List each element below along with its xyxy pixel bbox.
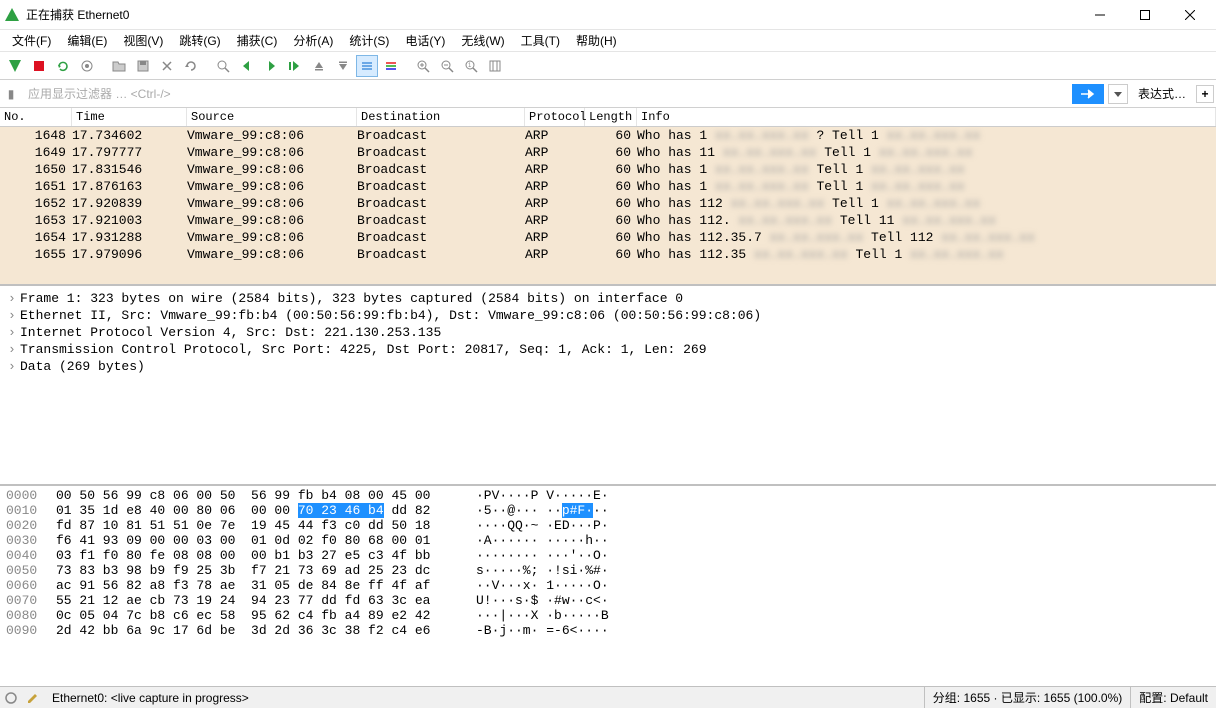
filter-history-button[interactable] — [1108, 84, 1128, 104]
menu-statistics[interactable]: 统计(S) — [341, 30, 397, 51]
go-to-packet-button[interactable] — [284, 55, 306, 77]
start-capture-button[interactable] — [4, 55, 26, 77]
hex-line[interactable]: 00800c 05 04 7c b8 c6 ec 58 95 62 c4 fb … — [6, 608, 1210, 623]
col-info[interactable]: Info — [637, 108, 1216, 126]
zoom-out-button[interactable] — [436, 55, 458, 77]
display-filter-input[interactable] — [24, 84, 1068, 104]
hex-line[interactable]: 00902d 42 bb 6a 9c 17 6d be 3d 2d 36 3c … — [6, 623, 1210, 638]
apply-filter-button[interactable] — [1072, 84, 1104, 104]
hex-line[interactable]: 0060ac 91 56 82 a8 f3 78 ae 31 05 de 84 … — [6, 578, 1210, 593]
close-file-button[interactable] — [156, 55, 178, 77]
go-forward-button[interactable] — [260, 55, 282, 77]
open-button[interactable] — [108, 55, 130, 77]
autoscroll-button[interactable] — [356, 55, 378, 77]
menu-telephony[interactable]: 电话(Y) — [397, 30, 453, 51]
detail-line[interactable]: ›Internet Protocol Version 4, Src: Dst: … — [8, 324, 1208, 341]
status-circle-icon — [4, 691, 18, 705]
display-filter-bar: ▮ 表达式… + — [0, 80, 1216, 108]
minimize-button[interactable] — [1077, 1, 1122, 29]
detail-line[interactable]: ›Transmission Control Protocol, Src Port… — [8, 341, 1208, 358]
packet-row[interactable]: 165117.876163Vmware_99:c8:06BroadcastARP… — [0, 178, 1216, 195]
find-button[interactable] — [212, 55, 234, 77]
col-source[interactable]: Source — [187, 108, 357, 126]
packet-list-header: No. Time Source Destination Protocol Len… — [0, 108, 1216, 127]
packet-row[interactable]: 165217.920839Vmware_99:c8:06BroadcastARP… — [0, 195, 1216, 212]
toolbar: 1 — [0, 52, 1216, 80]
detail-line[interactable]: ›Frame 1: 323 bytes on wire (2584 bits),… — [8, 290, 1208, 307]
packet-row[interactable]: 165417.931288Vmware_99:c8:06BroadcastARP… — [0, 229, 1216, 246]
svg-text:1: 1 — [468, 63, 472, 69]
menu-analyze[interactable]: 分析(A) — [285, 30, 341, 51]
detail-line[interactable]: ›Ethernet II, Src: Vmware_99:fb:b4 (00:5… — [8, 307, 1208, 324]
menu-go[interactable]: 跳转(G) — [171, 30, 228, 51]
packet-list-pane[interactable]: No. Time Source Destination Protocol Len… — [0, 108, 1216, 286]
status-edit-icon[interactable] — [26, 691, 40, 705]
restart-capture-button[interactable] — [52, 55, 74, 77]
status-capture-text: <live capture in progress> — [111, 691, 249, 705]
go-last-button[interactable] — [332, 55, 354, 77]
menu-file[interactable]: 文件(F) — [4, 30, 59, 51]
status-capture: Ethernet0: <live capture in progress> — [44, 687, 925, 708]
resize-columns-button[interactable] — [484, 55, 506, 77]
status-iface-label: Ethernet0: — [52, 691, 107, 705]
reload-button[interactable] — [180, 55, 202, 77]
col-protocol[interactable]: Protocol — [525, 108, 585, 126]
col-no[interactable]: No. — [0, 108, 72, 126]
colorize-button[interactable] — [380, 55, 402, 77]
col-length[interactable]: Length — [585, 108, 637, 126]
save-button[interactable] — [132, 55, 154, 77]
zoom-in-button[interactable] — [412, 55, 434, 77]
packet-bytes-pane[interactable]: 000000 50 56 99 c8 06 00 50 56 99 fb b4 … — [0, 486, 1216, 686]
menu-view[interactable]: 视图(V) — [115, 30, 171, 51]
packet-row[interactable]: 164817.734602Vmware_99:c8:06BroadcastARP… — [0, 127, 1216, 144]
packet-row[interactable]: 165517.979096Vmware_99:c8:06BroadcastARP… — [0, 246, 1216, 263]
statusbar: Ethernet0: <live capture in progress> 分组… — [0, 686, 1216, 708]
go-first-button[interactable] — [308, 55, 330, 77]
app-icon — [4, 7, 20, 23]
hex-line[interactable]: 005073 83 b3 98 b9 f9 25 3b f7 21 73 69 … — [6, 563, 1210, 578]
add-filter-button[interactable]: + — [1196, 85, 1214, 103]
packet-row[interactable]: 165317.921003Vmware_99:c8:06BroadcastARP… — [0, 212, 1216, 229]
packet-details-pane[interactable]: ›Frame 1: 323 bytes on wire (2584 bits),… — [0, 286, 1216, 486]
menubar: 文件(F) 编辑(E) 视图(V) 跳转(G) 捕获(C) 分析(A) 统计(S… — [0, 30, 1216, 52]
hex-line[interactable]: 0030f6 41 93 09 00 00 03 00 01 0d 02 f0 … — [6, 533, 1210, 548]
menu-capture[interactable]: 捕获(C) — [229, 30, 286, 51]
zoom-reset-button[interactable]: 1 — [460, 55, 482, 77]
hex-line[interactable]: 004003 f1 f0 80 fe 08 08 00 00 b1 b3 27 … — [6, 548, 1210, 563]
packet-row[interactable]: 164917.797777Vmware_99:c8:06BroadcastARP… — [0, 144, 1216, 161]
status-packets: 分组: 1655 · 已显示: 1655 (100.0%) — [925, 687, 1131, 708]
status-profile[interactable]: 配置: Default — [1131, 687, 1216, 708]
capture-options-button[interactable] — [76, 55, 98, 77]
go-back-button[interactable] — [236, 55, 258, 77]
hex-line[interactable]: 001001 35 1d e8 40 00 80 06 00 00 70 23 … — [6, 503, 1210, 518]
menu-help[interactable]: 帮助(H) — [568, 30, 625, 51]
close-button[interactable] — [1167, 1, 1212, 29]
stop-capture-button[interactable] — [28, 55, 50, 77]
hex-line[interactable]: 000000 50 56 99 c8 06 00 50 56 99 fb b4 … — [6, 488, 1210, 503]
col-destination[interactable]: Destination — [357, 108, 525, 126]
filter-bookmark-icon[interactable]: ▮ — [2, 87, 20, 101]
titlebar: 正在捕获 Ethernet0 — [0, 0, 1216, 30]
menu-edit[interactable]: 编辑(E) — [59, 30, 115, 51]
detail-line[interactable]: ›Data (269 bytes) — [8, 358, 1208, 375]
hex-line[interactable]: 007055 21 12 ae cb 73 19 24 94 23 77 dd … — [6, 593, 1210, 608]
col-time[interactable]: Time — [72, 108, 187, 126]
packet-row[interactable]: 165017.831546Vmware_99:c8:06BroadcastARP… — [0, 161, 1216, 178]
menu-tools[interactable]: 工具(T) — [513, 30, 568, 51]
hex-line[interactable]: 0020fd 87 10 81 51 51 0e 7e 19 45 44 f3 … — [6, 518, 1210, 533]
menu-wireless[interactable]: 无线(W) — [453, 30, 512, 51]
filter-expression-button[interactable]: 表达式… — [1132, 85, 1192, 102]
window-title: 正在捕获 Ethernet0 — [26, 6, 1077, 23]
maximize-button[interactable] — [1122, 1, 1167, 29]
